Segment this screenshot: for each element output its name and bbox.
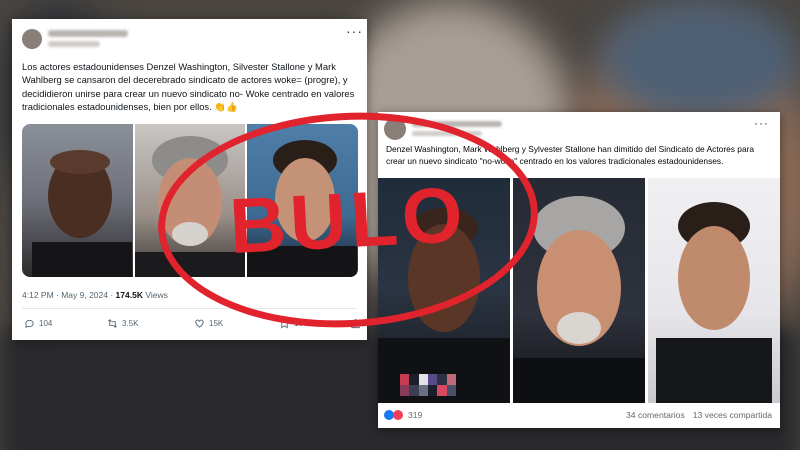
actor-photo-3: [648, 178, 780, 403]
tweet-views-count: 174.5K: [115, 290, 143, 300]
retweet-count: 3.5K: [122, 319, 139, 328]
pixelated-overlay: [400, 374, 456, 396]
more-options-icon[interactable]: ···: [346, 23, 363, 39]
comments-count[interactable]: 34 comentarios: [626, 410, 685, 420]
love-reaction-icon: [393, 410, 403, 420]
tweet-text: Los actores estadounidenses Denzel Washi…: [22, 61, 355, 113]
shares-count[interactable]: 13 veces compartida: [693, 410, 772, 420]
retweet-button[interactable]: 3.5K: [107, 318, 138, 329]
retweet-icon: [108, 319, 117, 328]
fake-news-stamp-label: BULO: [227, 169, 469, 270]
blurred-username: [48, 30, 128, 37]
reply-button[interactable]: 104: [24, 318, 52, 329]
reaction-count: 319: [408, 410, 423, 420]
tweet-meta: 4:12 PM · May 9, 2024 · 174.5K Views: [22, 290, 168, 300]
reply-icon: [25, 319, 34, 328]
avatar[interactable]: [22, 29, 42, 49]
tweet-time: 4:12 PM · May 9, 2024 ·: [22, 290, 116, 300]
actor-photo-1: [22, 124, 133, 277]
reply-count: 104: [39, 319, 53, 328]
more-options-icon[interactable]: ···: [754, 116, 769, 130]
reactions[interactable]: 319: [384, 410, 422, 420]
blurred-handle: [48, 41, 100, 47]
